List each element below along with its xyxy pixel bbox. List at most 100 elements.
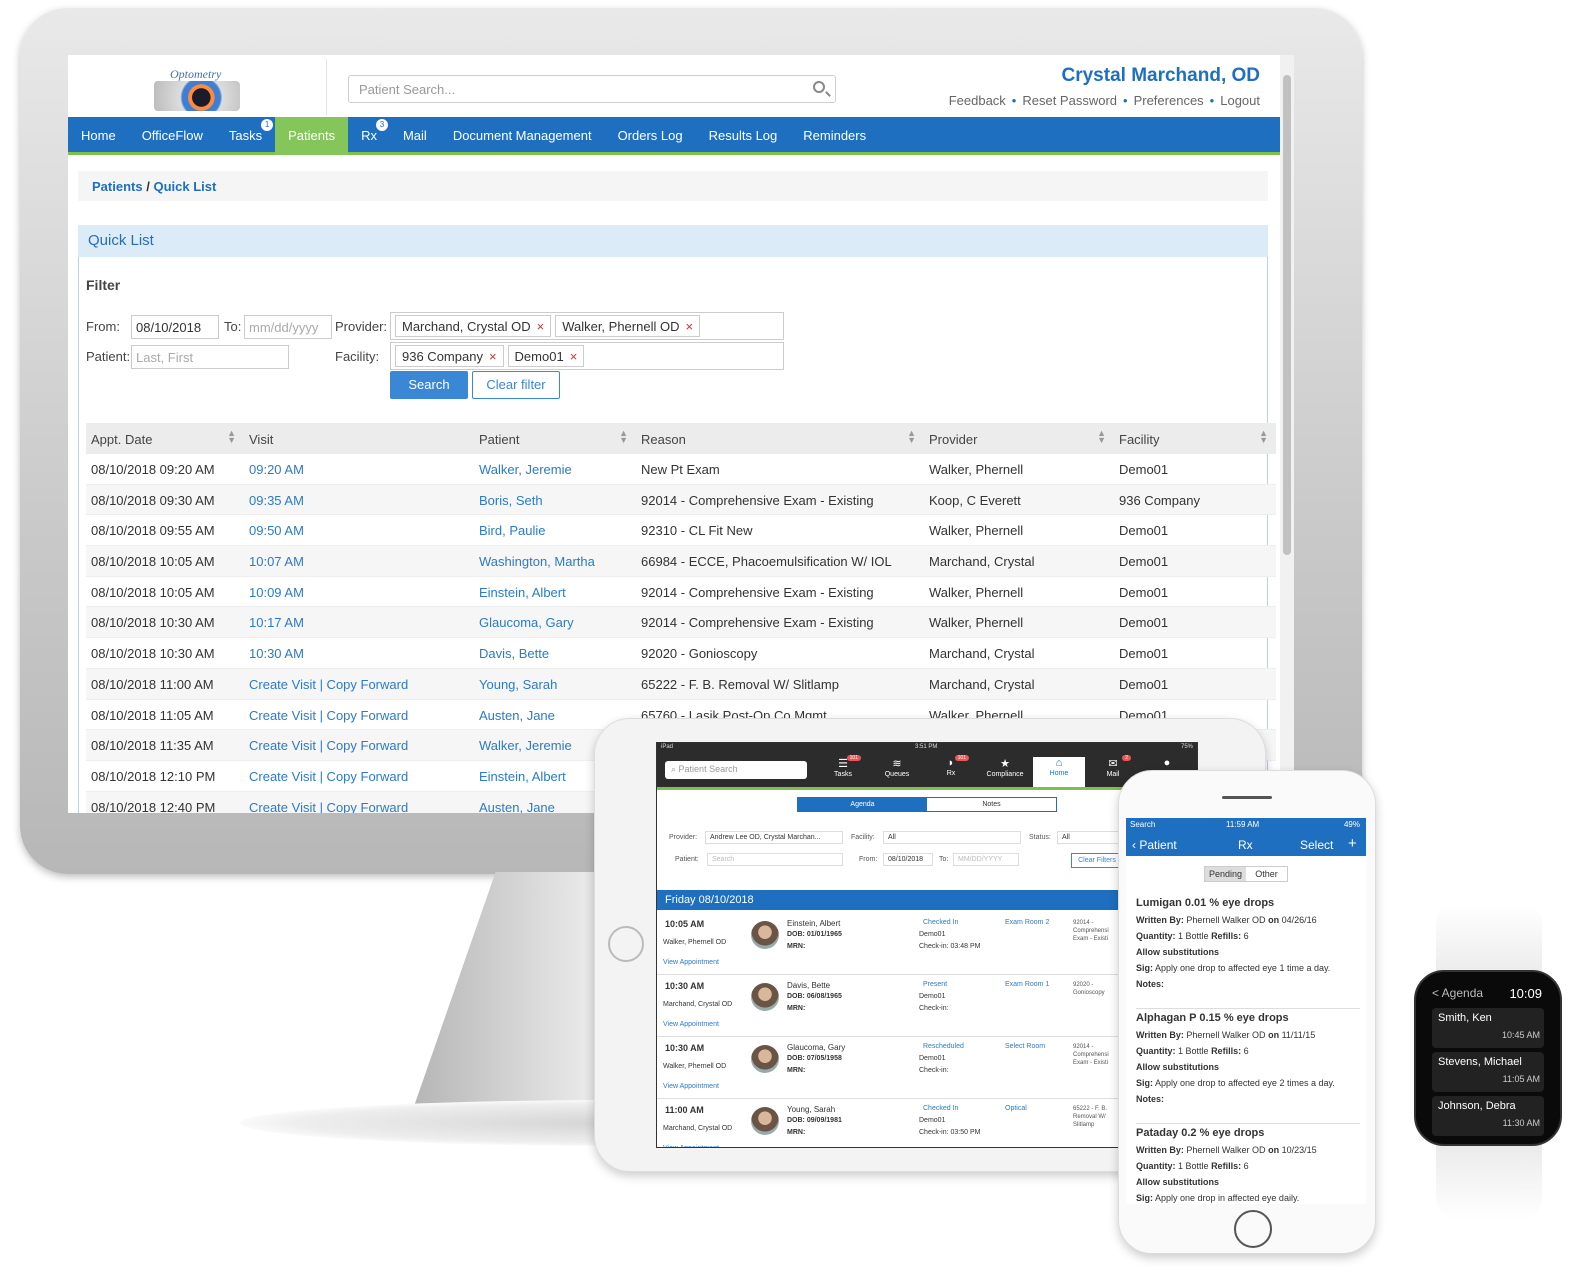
patient-link[interactable]: Washington, Martha	[474, 546, 636, 576]
nav-results-log[interactable]: Results Log	[696, 117, 791, 155]
rx-item[interactable]: Alphagan P 0.15 % eye drops Written By: P…	[1136, 1009, 1360, 1124]
nav-orders-log[interactable]: Orders Log	[605, 117, 696, 155]
search-icon[interactable]	[813, 81, 825, 93]
patient-link[interactable]: Bird, Paulie	[474, 515, 636, 545]
tablet-facility-select[interactable]: All	[883, 831, 1021, 844]
remove-tag-icon[interactable]: ×	[570, 349, 578, 364]
nav-rx[interactable]: Rx 3	[348, 117, 390, 155]
col-provider[interactable]: Provider ▲ ▼	[924, 423, 1114, 454]
tablet-tab-rx[interactable]: ◗ Rx 101	[925, 755, 977, 777]
tablet-search-input[interactable]: ⌕ Patient Search	[665, 761, 807, 779]
page-scrollbar[interactable]	[1280, 55, 1294, 813]
remove-tag-icon[interactable]: ×	[537, 319, 545, 334]
visit-link[interactable]: 10:09 AM	[244, 577, 474, 607]
appt-status[interactable]: Checked In	[923, 1105, 958, 1112]
logout-link[interactable]: Logout	[1220, 93, 1260, 108]
remove-tag-icon[interactable]: ×	[685, 319, 693, 334]
col-reason[interactable]: Reason ▲ ▼	[636, 423, 924, 454]
preferences-link[interactable]: Preferences	[1134, 93, 1204, 108]
col-patient[interactable]: Patient ▲ ▼	[474, 423, 636, 454]
nav-tasks[interactable]: Tasks 1	[216, 117, 275, 155]
eye-logo-icon[interactable]	[154, 81, 240, 111]
segment-pending[interactable]: Pending	[1205, 867, 1246, 881]
view-appointment-link[interactable]: View Appointment	[663, 1145, 719, 1147]
appt-status[interactable]: Checked In	[923, 919, 958, 926]
nav-patients[interactable]: Patients	[275, 117, 349, 155]
appt-room[interactable]: Select Room	[1005, 1043, 1045, 1050]
watch-agenda-item[interactable]: Smith, Ken 10:45 AM	[1432, 1008, 1544, 1048]
search-button[interactable]: Search	[390, 371, 468, 399]
tablet-tab-user[interactable]: ●	[1141, 757, 1193, 770]
provider-multiselect[interactable]: Marchand, Crystal OD × Walker, Phernell O…	[390, 312, 784, 340]
breadcrumb-quick-list[interactable]: Quick List	[153, 179, 216, 194]
nav-mail[interactable]: Mail	[390, 117, 440, 155]
appt-room[interactable]: Exam Room 1	[1005, 981, 1049, 988]
phone-home-button[interactable]	[1234, 1210, 1272, 1248]
to-date-input[interactable]: mm/dd/yyyy	[244, 315, 332, 339]
visit-link[interactable]: 09:50 AM	[244, 515, 474, 545]
appt-status[interactable]: Present	[923, 981, 947, 988]
patient-link[interactable]: Walker, Jeremie	[474, 454, 636, 484]
tablet-tab-mail[interactable]: ✉ Mail 2	[1087, 755, 1139, 778]
scrollbar-thumb[interactable]	[1283, 75, 1291, 555]
tablet-appointment-row[interactable]: 10:30 AM Marchand, Crystal OD View Appoint…	[657, 975, 1197, 1037]
appt-room[interactable]: Exam Room 2	[1005, 919, 1049, 926]
sort-icon[interactable]: ▲ ▼	[1259, 429, 1268, 445]
back-button[interactable]: ‹ Patient	[1132, 838, 1177, 852]
segment-notes[interactable]: Notes	[927, 798, 1056, 811]
tablet-home-button[interactable]	[608, 926, 644, 962]
tablet-status-select[interactable]: All	[1057, 831, 1127, 844]
from-date-input[interactable]: 08/10/2018	[131, 315, 219, 339]
patient-input[interactable]: Last, First	[131, 345, 289, 369]
watch-agenda-item[interactable]: Johnson, Debra 11:30 AM	[1432, 1096, 1544, 1136]
nav-home[interactable]: Home	[68, 117, 129, 155]
nav-officeflow[interactable]: OfficeFlow	[129, 117, 216, 155]
patient-link[interactable]: Einstein, Albert	[474, 577, 636, 607]
visit-link[interactable]: Create Visit | Copy Forward	[244, 730, 474, 760]
patient-link[interactable]: Davis, Bette	[474, 638, 636, 668]
watch-back-button[interactable]: < Agenda	[1432, 986, 1483, 1000]
feedback-link[interactable]: Feedback	[949, 93, 1006, 108]
breadcrumb-patients[interactable]: Patients	[92, 179, 143, 194]
patient-search-input[interactable]: Patient Search...	[348, 75, 836, 103]
select-button[interactable]: Select	[1300, 838, 1333, 852]
col-appt-date[interactable]: Appt. Date ▲ ▼	[86, 423, 244, 454]
visit-link[interactable]: Create Visit | Copy Forward	[244, 761, 474, 791]
appt-room[interactable]: Optical	[1005, 1105, 1027, 1112]
patient-link[interactable]: Glaucoma, Gary	[474, 607, 636, 637]
view-appointment-link[interactable]: View Appointment	[663, 1083, 719, 1090]
tablet-clear-filters-button[interactable]: Clear Filters	[1071, 853, 1123, 868]
rx-item[interactable]: Pataday 0.2 % eye drops Written By: Phern…	[1136, 1124, 1360, 1204]
nav-reminders[interactable]: Reminders	[790, 117, 879, 155]
tablet-from-input[interactable]: 08/10/2018	[883, 853, 933, 866]
visit-link[interactable]: Create Visit | Copy Forward	[244, 792, 474, 813]
view-appointment-link[interactable]: View Appointment	[663, 959, 719, 966]
segment-other[interactable]: Other	[1246, 867, 1287, 881]
sort-icon[interactable]: ▲ ▼	[907, 429, 916, 445]
visit-link[interactable]: Create Visit | Copy Forward	[244, 700, 474, 730]
clear-filter-button[interactable]: Clear filter	[472, 371, 560, 399]
segment-agenda[interactable]: Agenda	[798, 798, 927, 811]
reset-password-link[interactable]: Reset Password	[1022, 93, 1117, 108]
remove-tag-icon[interactable]: ×	[489, 349, 497, 364]
sort-icon[interactable]: ▲ ▼	[227, 429, 236, 445]
tablet-appointment-row[interactable]: 10:05 AM Walker, Phernell OD View Appointm…	[657, 913, 1197, 975]
sort-icon[interactable]: ▲ ▼	[619, 429, 628, 445]
tablet-tab-queues[interactable]: ≋ Queues	[871, 757, 923, 778]
view-appointment-link[interactable]: View Appointment	[663, 1021, 719, 1028]
nav-document-management[interactable]: Document Management	[440, 117, 605, 155]
facility-multiselect[interactable]: 936 Company × Demo01 ×	[390, 342, 784, 370]
add-icon[interactable]: +	[1348, 835, 1357, 852]
tablet-tab-compliance[interactable]: ★ Compliance	[979, 757, 1031, 778]
visit-link[interactable]: 09:35 AM	[244, 485, 474, 515]
tablet-appointment-row[interactable]: 11:00 AM Marchand, Crystal OD View Appoint…	[657, 1099, 1197, 1147]
patient-link[interactable]: Boris, Seth	[474, 485, 636, 515]
tablet-tab-home[interactable]: ⌂ Home	[1033, 757, 1085, 787]
visit-link[interactable]: 10:30 AM	[244, 638, 474, 668]
visit-link[interactable]: 10:17 AM	[244, 607, 474, 637]
tablet-patient-input[interactable]: Search	[707, 853, 843, 866]
patient-link[interactable]: Young, Sarah	[474, 669, 636, 699]
tablet-provider-select[interactable]: Andrew Lee OD, Crystal Marchan...	[705, 831, 843, 844]
col-facility[interactable]: Facility ▲ ▼	[1114, 423, 1276, 454]
watch-agenda-item[interactable]: Stevens, Michael 11:05 AM	[1432, 1052, 1544, 1092]
